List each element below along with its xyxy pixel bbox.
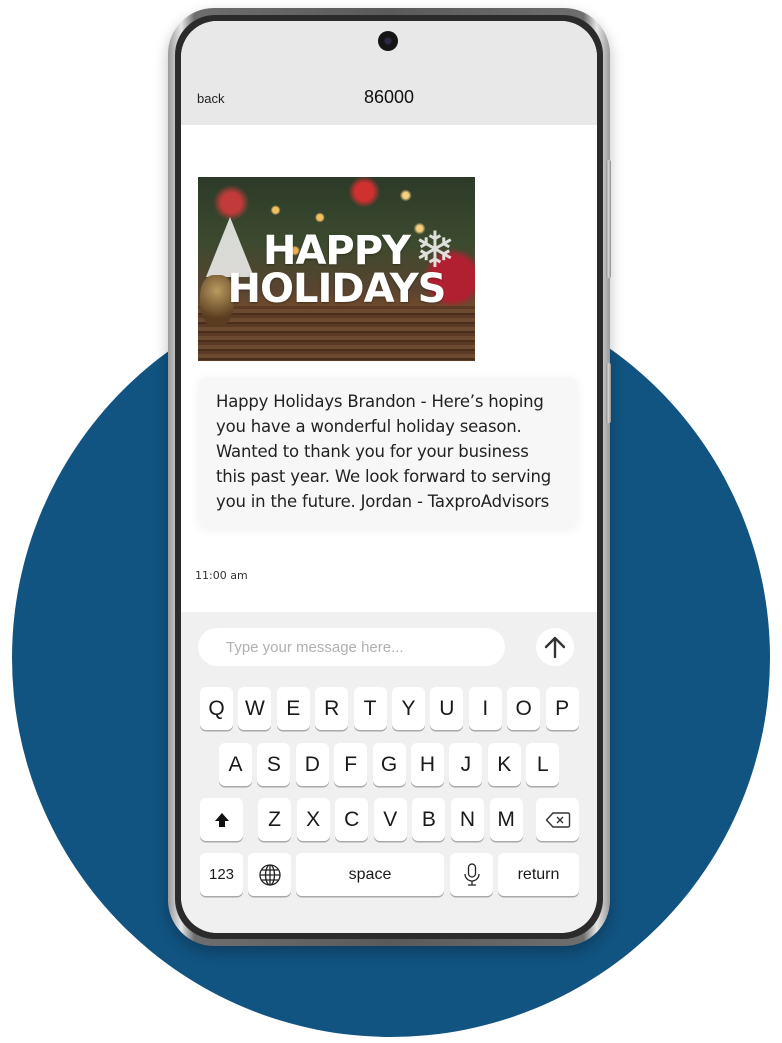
image-caption-line1: HAPPY	[262, 228, 411, 274]
key-h[interactable]: H	[411, 743, 444, 786]
wood-table	[198, 306, 475, 361]
phone-frame: back 86000 ❄ HAPPY HOLIDAYS Happy Holida…	[168, 8, 611, 946]
key-v[interactable]: V	[373, 798, 407, 841]
shift-icon	[214, 812, 229, 827]
conversation-header: back 86000	[181, 21, 597, 125]
contact-title: 86000	[363, 87, 415, 107]
message-timestamp: 11:00 am	[195, 569, 248, 582]
message-bubble: Happy Holidays Brandon - Here’s hoping y…	[198, 377, 578, 528]
globe-key[interactable]	[248, 853, 291, 896]
key-d[interactable]: D	[295, 743, 329, 786]
image-caption-line2: HOLIDAYS	[227, 266, 447, 312]
key-u[interactable]: U	[430, 687, 464, 730]
microphone-key[interactable]	[450, 853, 493, 896]
send-button[interactable]	[536, 628, 574, 666]
keyboard-area: QWERTYUIOP ASDFGHJKL ZXCVBNM 123	[181, 612, 597, 933]
key-q[interactable]: Q	[200, 687, 233, 730]
front-camera	[378, 31, 398, 51]
key-x[interactable]: X	[296, 798, 330, 841]
key-o[interactable]: O	[507, 687, 541, 730]
backspace-key[interactable]	[536, 798, 579, 841]
arrow-up-icon	[544, 636, 566, 659]
key-y[interactable]: Y	[392, 687, 425, 730]
holiday-image[interactable]: ❄ HAPPY HOLIDAYS	[198, 177, 475, 361]
key-p[interactable]: P	[545, 687, 579, 730]
key-b[interactable]: B	[412, 798, 446, 841]
key-g[interactable]: G	[372, 743, 406, 786]
key-m[interactable]: M	[489, 798, 523, 841]
globe-icon	[258, 863, 281, 886]
key-a[interactable]: A	[219, 743, 252, 786]
key-n[interactable]: N	[451, 798, 484, 841]
key-k[interactable]: K	[487, 743, 521, 786]
key-l[interactable]: L	[526, 743, 560, 786]
return-key[interactable]: return	[498, 853, 579, 896]
key-c[interactable]: C	[335, 798, 369, 841]
shift-key[interactable]	[200, 798, 243, 841]
numbers-key[interactable]: 123	[200, 853, 243, 896]
key-f[interactable]: F	[334, 743, 368, 786]
key-w[interactable]: W	[238, 687, 272, 730]
key-t[interactable]: T	[353, 687, 387, 730]
phone-screen: back 86000 ❄ HAPPY HOLIDAYS Happy Holida…	[181, 21, 597, 933]
message-thread: ❄ HAPPY HOLIDAYS Happy Holidays Brandon …	[181, 125, 597, 612]
microphone-icon	[463, 862, 480, 886]
backspace-icon	[545, 811, 570, 828]
key-r[interactable]: R	[315, 687, 349, 730]
key-s[interactable]: S	[257, 743, 291, 786]
volume-button	[606, 160, 611, 278]
power-button	[606, 363, 611, 423]
message-input[interactable]	[198, 628, 505, 666]
key-i[interactable]: I	[468, 687, 502, 730]
key-z[interactable]: Z	[258, 798, 291, 841]
space-key[interactable]: space	[296, 853, 444, 896]
key-e[interactable]: E	[276, 687, 310, 730]
key-j[interactable]: J	[449, 743, 483, 786]
